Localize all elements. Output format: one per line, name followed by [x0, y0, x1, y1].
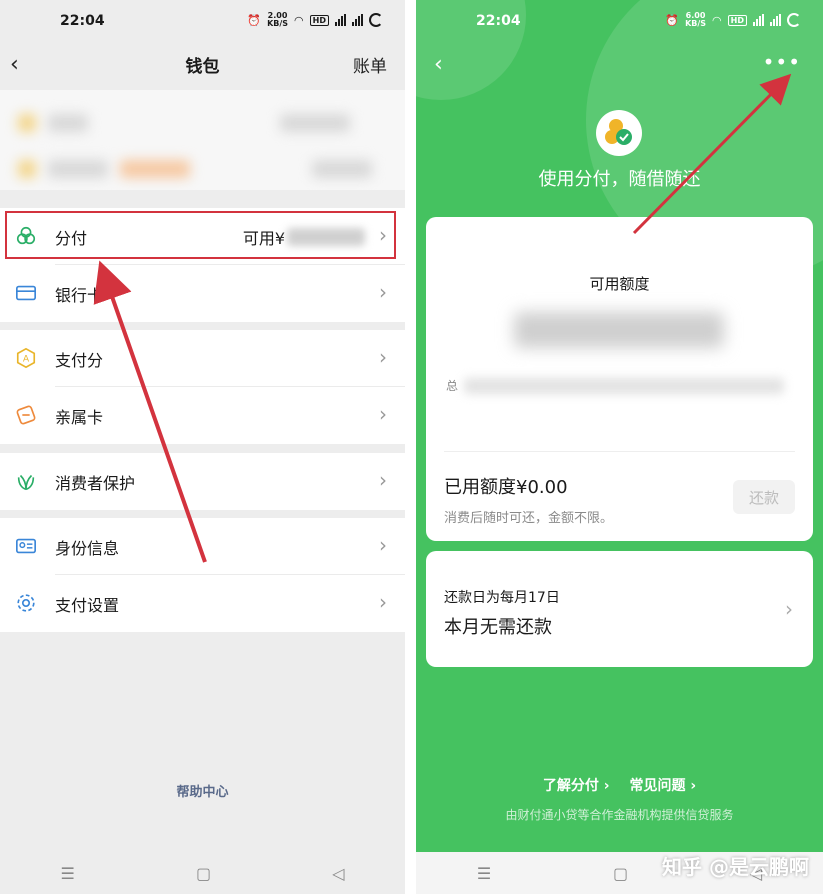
menu-group-4: 身份信息 › 支付设置 › [0, 518, 405, 632]
total-limit-row: 总 [446, 377, 785, 394]
chevron-right-icon: › [379, 533, 387, 557]
disclaimer: 由财付通小贷等合作金融机构提供信贷服务 [505, 808, 734, 822]
alarm-icon: ⏰ [665, 13, 680, 27]
menu-item-identity[interactable]: 身份信息 › [0, 518, 405, 575]
menu-label: 支付分 [55, 351, 104, 370]
home-icon[interactable]: ▢ [613, 864, 628, 883]
chevron-right-icon: › [379, 345, 387, 369]
hd-icon: HD [727, 14, 747, 26]
menu-label: 消费者保护 [55, 474, 136, 493]
bill-link[interactable]: 账单 [353, 52, 387, 77]
help-center-link[interactable]: 帮助中心 [0, 781, 405, 800]
menu-item-consumer-protection[interactable]: 消费者保护 › [0, 453, 405, 510]
menu-label: 分付 [55, 229, 88, 248]
fenfu-logo [596, 110, 642, 156]
due-day: 还款日为每月17日 [444, 590, 560, 606]
repay-button[interactable]: 还款 [733, 480, 795, 514]
battery-ring-icon [787, 13, 801, 27]
menu-item-bank-card[interactable]: 银行卡 › [0, 265, 405, 322]
menu-label: 支付设置 [55, 596, 120, 615]
chevron-right-icon: › [379, 223, 387, 247]
chevron-right-icon: › [379, 468, 387, 492]
hd-icon: HD [309, 14, 329, 26]
network-speed: 6.00 KB/S [685, 11, 707, 28]
menu-item-pay-score[interactable]: A 支付分 › [0, 330, 405, 387]
screen-divider [405, 0, 416, 894]
chevron-right-icon: › [379, 280, 387, 304]
menu-item-fenfu[interactable]: 分付 可用¥ › [0, 208, 405, 265]
used-amount: 已用额度¥0.00 [444, 477, 568, 498]
family-card-icon [16, 405, 36, 425]
gear-icon [17, 594, 35, 612]
nav-bar: ‹ 钱包 账单 [0, 44, 405, 90]
signal-icon-2 [352, 14, 363, 26]
signal-icon [335, 14, 346, 26]
menu-item-family-card[interactable]: 亲属卡 › [0, 387, 405, 444]
signal-icon-2 [770, 14, 781, 26]
due-status: 本月无需还款 [444, 617, 552, 638]
slogan: 使用分付，随借随还 [538, 169, 701, 190]
menu-label: 亲属卡 [55, 408, 104, 427]
consumer-protection-icon [17, 474, 35, 491]
wallet-screen: 22:04 ⏰ 2.00 KB/S ◠ HD ‹ 钱包 账单 分付 可用¥ › … [0, 0, 405, 894]
chevron-right-icon: › [379, 402, 387, 426]
signal-icon [753, 14, 764, 26]
menu-icon[interactable]: ☰ [61, 864, 75, 883]
bank-card-icon [16, 285, 36, 301]
footer-links: 了解分付 › 常见问题 › [416, 775, 823, 795]
status-time: 22:04 [60, 13, 105, 29]
menu-icon[interactable]: ☰ [477, 864, 491, 883]
identity-card-icon [16, 538, 36, 554]
network-speed: 2.00 KB/S [267, 11, 289, 28]
menu-item-pay-settings[interactable]: 支付设置 › [0, 575, 405, 632]
back-triangle-icon[interactable]: ◁ [332, 864, 344, 883]
alarm-icon: ⏰ [247, 13, 262, 27]
blurred-balance-section [0, 90, 405, 190]
chevron-right-icon: › [379, 590, 387, 614]
back-icon[interactable]: ‹ [434, 52, 443, 77]
home-icon[interactable]: ▢ [196, 864, 211, 883]
wifi-icon: ◠ [712, 13, 722, 27]
chevron-right-icon: › [785, 597, 793, 621]
available-amount-blurred [514, 312, 724, 348]
svg-text:A: A [23, 354, 30, 365]
fenfu-icon [16, 226, 36, 245]
fenfu-screen: 22:04 ⏰ 6.00 KB/S ◠ HD ‹ ••• 使用分付，随借随还 可用… [416, 0, 823, 894]
battery-ring-icon [369, 13, 383, 27]
menu-label: 身份信息 [55, 539, 120, 558]
learn-fenfu-link[interactable]: 了解分付 › [543, 775, 610, 795]
system-nav-bar: ☰ ▢ ◁ [0, 852, 405, 894]
available-label: 可用额度 [589, 275, 650, 293]
more-icon[interactable]: ••• [763, 50, 801, 74]
used-hint: 消费后随时可还，金额不限。 [444, 511, 614, 526]
available-amount: 可用¥ [243, 225, 365, 249]
menu-group-1: 分付 可用¥ › 银行卡 › [0, 208, 405, 322]
repayment-info-card[interactable]: 还款日为每月17日 本月无需还款 › [426, 551, 813, 667]
menu-group-2: A 支付分 › 亲属卡 › [0, 330, 405, 444]
fenfu-logo-icon [605, 119, 632, 145]
page-title: 钱包 [185, 57, 220, 77]
watermark: 知乎 @是云鹏啊 [662, 855, 809, 879]
menu-group-3: 消费者保护 › [0, 453, 405, 510]
menu-label: 银行卡 [55, 286, 104, 305]
faq-link[interactable]: 常见问题 › [630, 775, 697, 795]
status-bar: 22:04 ⏰ 2.00 KB/S ◠ HD [0, 0, 405, 44]
status-bar: 22:04 ⏰ 6.00 KB/S ◠ HD [416, 0, 823, 44]
pay-score-icon: A [16, 347, 36, 369]
status-time: 22:04 [476, 13, 521, 29]
wifi-icon: ◠ [294, 13, 304, 27]
credit-card-panel: 可用额度 总 已用额度¥0.00 消费后随时可还，金额不限。 还款 [426, 217, 813, 541]
